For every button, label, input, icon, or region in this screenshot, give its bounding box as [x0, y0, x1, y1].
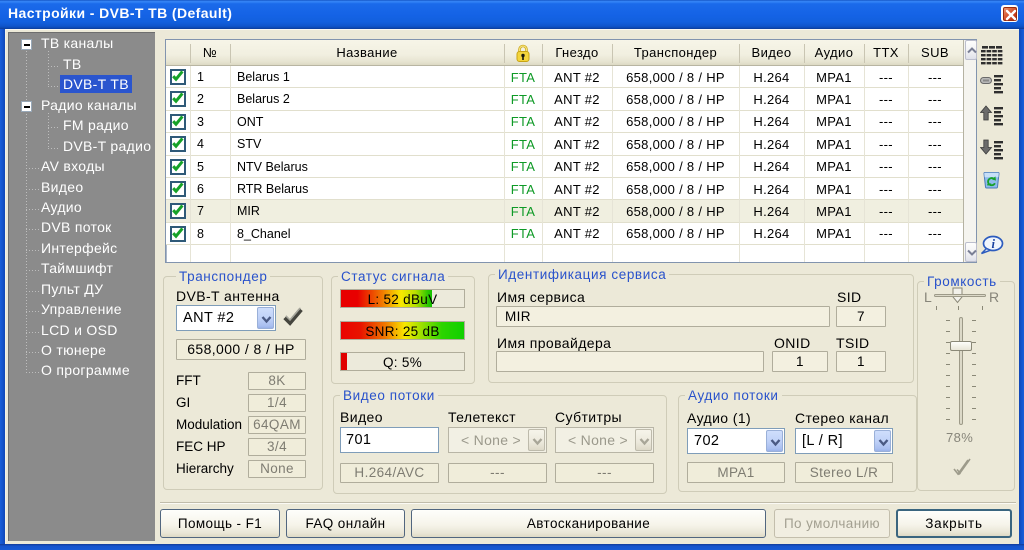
- svg-text:i: i: [992, 237, 996, 251]
